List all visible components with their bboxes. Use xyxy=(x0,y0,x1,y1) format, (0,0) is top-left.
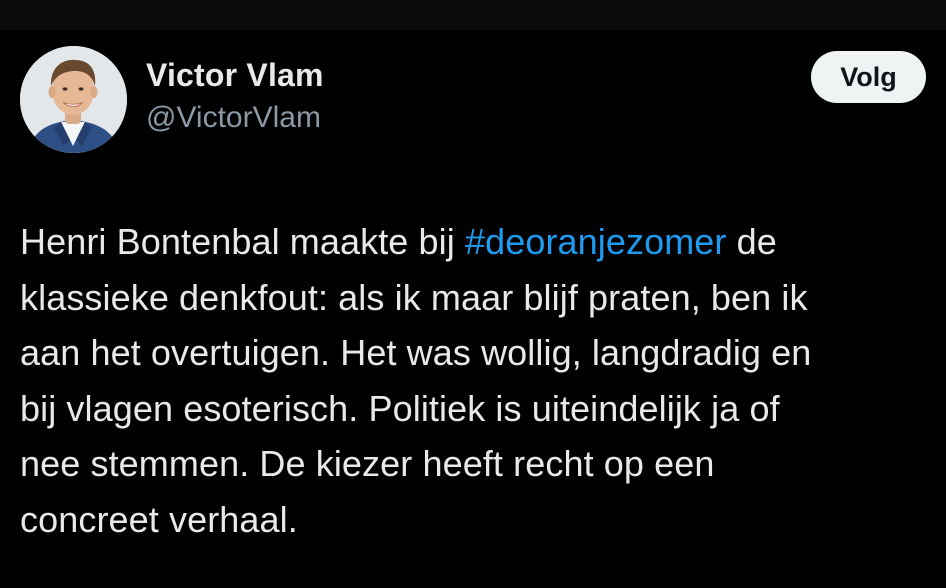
tweet-text-segment: Henri Bontenbal maakte bij xyxy=(20,221,465,262)
tweet-text-line: Henri Bontenbal maakte bij #deoranjezome… xyxy=(20,214,930,270)
author-names: Victor Vlam @VictorVlam xyxy=(146,56,324,138)
author-handle[interactable]: @VictorVlam xyxy=(146,98,324,138)
tweet-text-line: nee stemmen. De kiezer heeft recht op ee… xyxy=(20,443,715,484)
tweet-text-line: bij vlagen esoterisch. Politiek is uitei… xyxy=(20,387,780,429)
tweet-text: Henri Bontenbal maakte bij #deoranjezome… xyxy=(20,214,930,547)
top-bar xyxy=(0,0,946,30)
author-display-name[interactable]: Victor Vlam xyxy=(146,56,324,94)
tweet-card: Victor Vlam @VictorVlam Volg Henri Bonte… xyxy=(0,0,946,588)
avatar-image xyxy=(20,46,127,153)
tweet-text-segment: de xyxy=(726,221,777,262)
hashtag-link[interactable]: #deoranjezomer xyxy=(465,221,727,262)
tweet-header: Victor Vlam @VictorVlam Volg xyxy=(20,46,926,156)
avatar[interactable] xyxy=(20,46,127,153)
follow-button[interactable]: Volg xyxy=(811,51,926,103)
tweet-text-line: klassieke denkfout: als ik maar blijf pr… xyxy=(20,276,808,318)
tweet-text-line: aan het overtuigen. Het was wollig, lang… xyxy=(20,332,812,373)
tweet-text-line: concreet verhaal. xyxy=(20,498,298,540)
